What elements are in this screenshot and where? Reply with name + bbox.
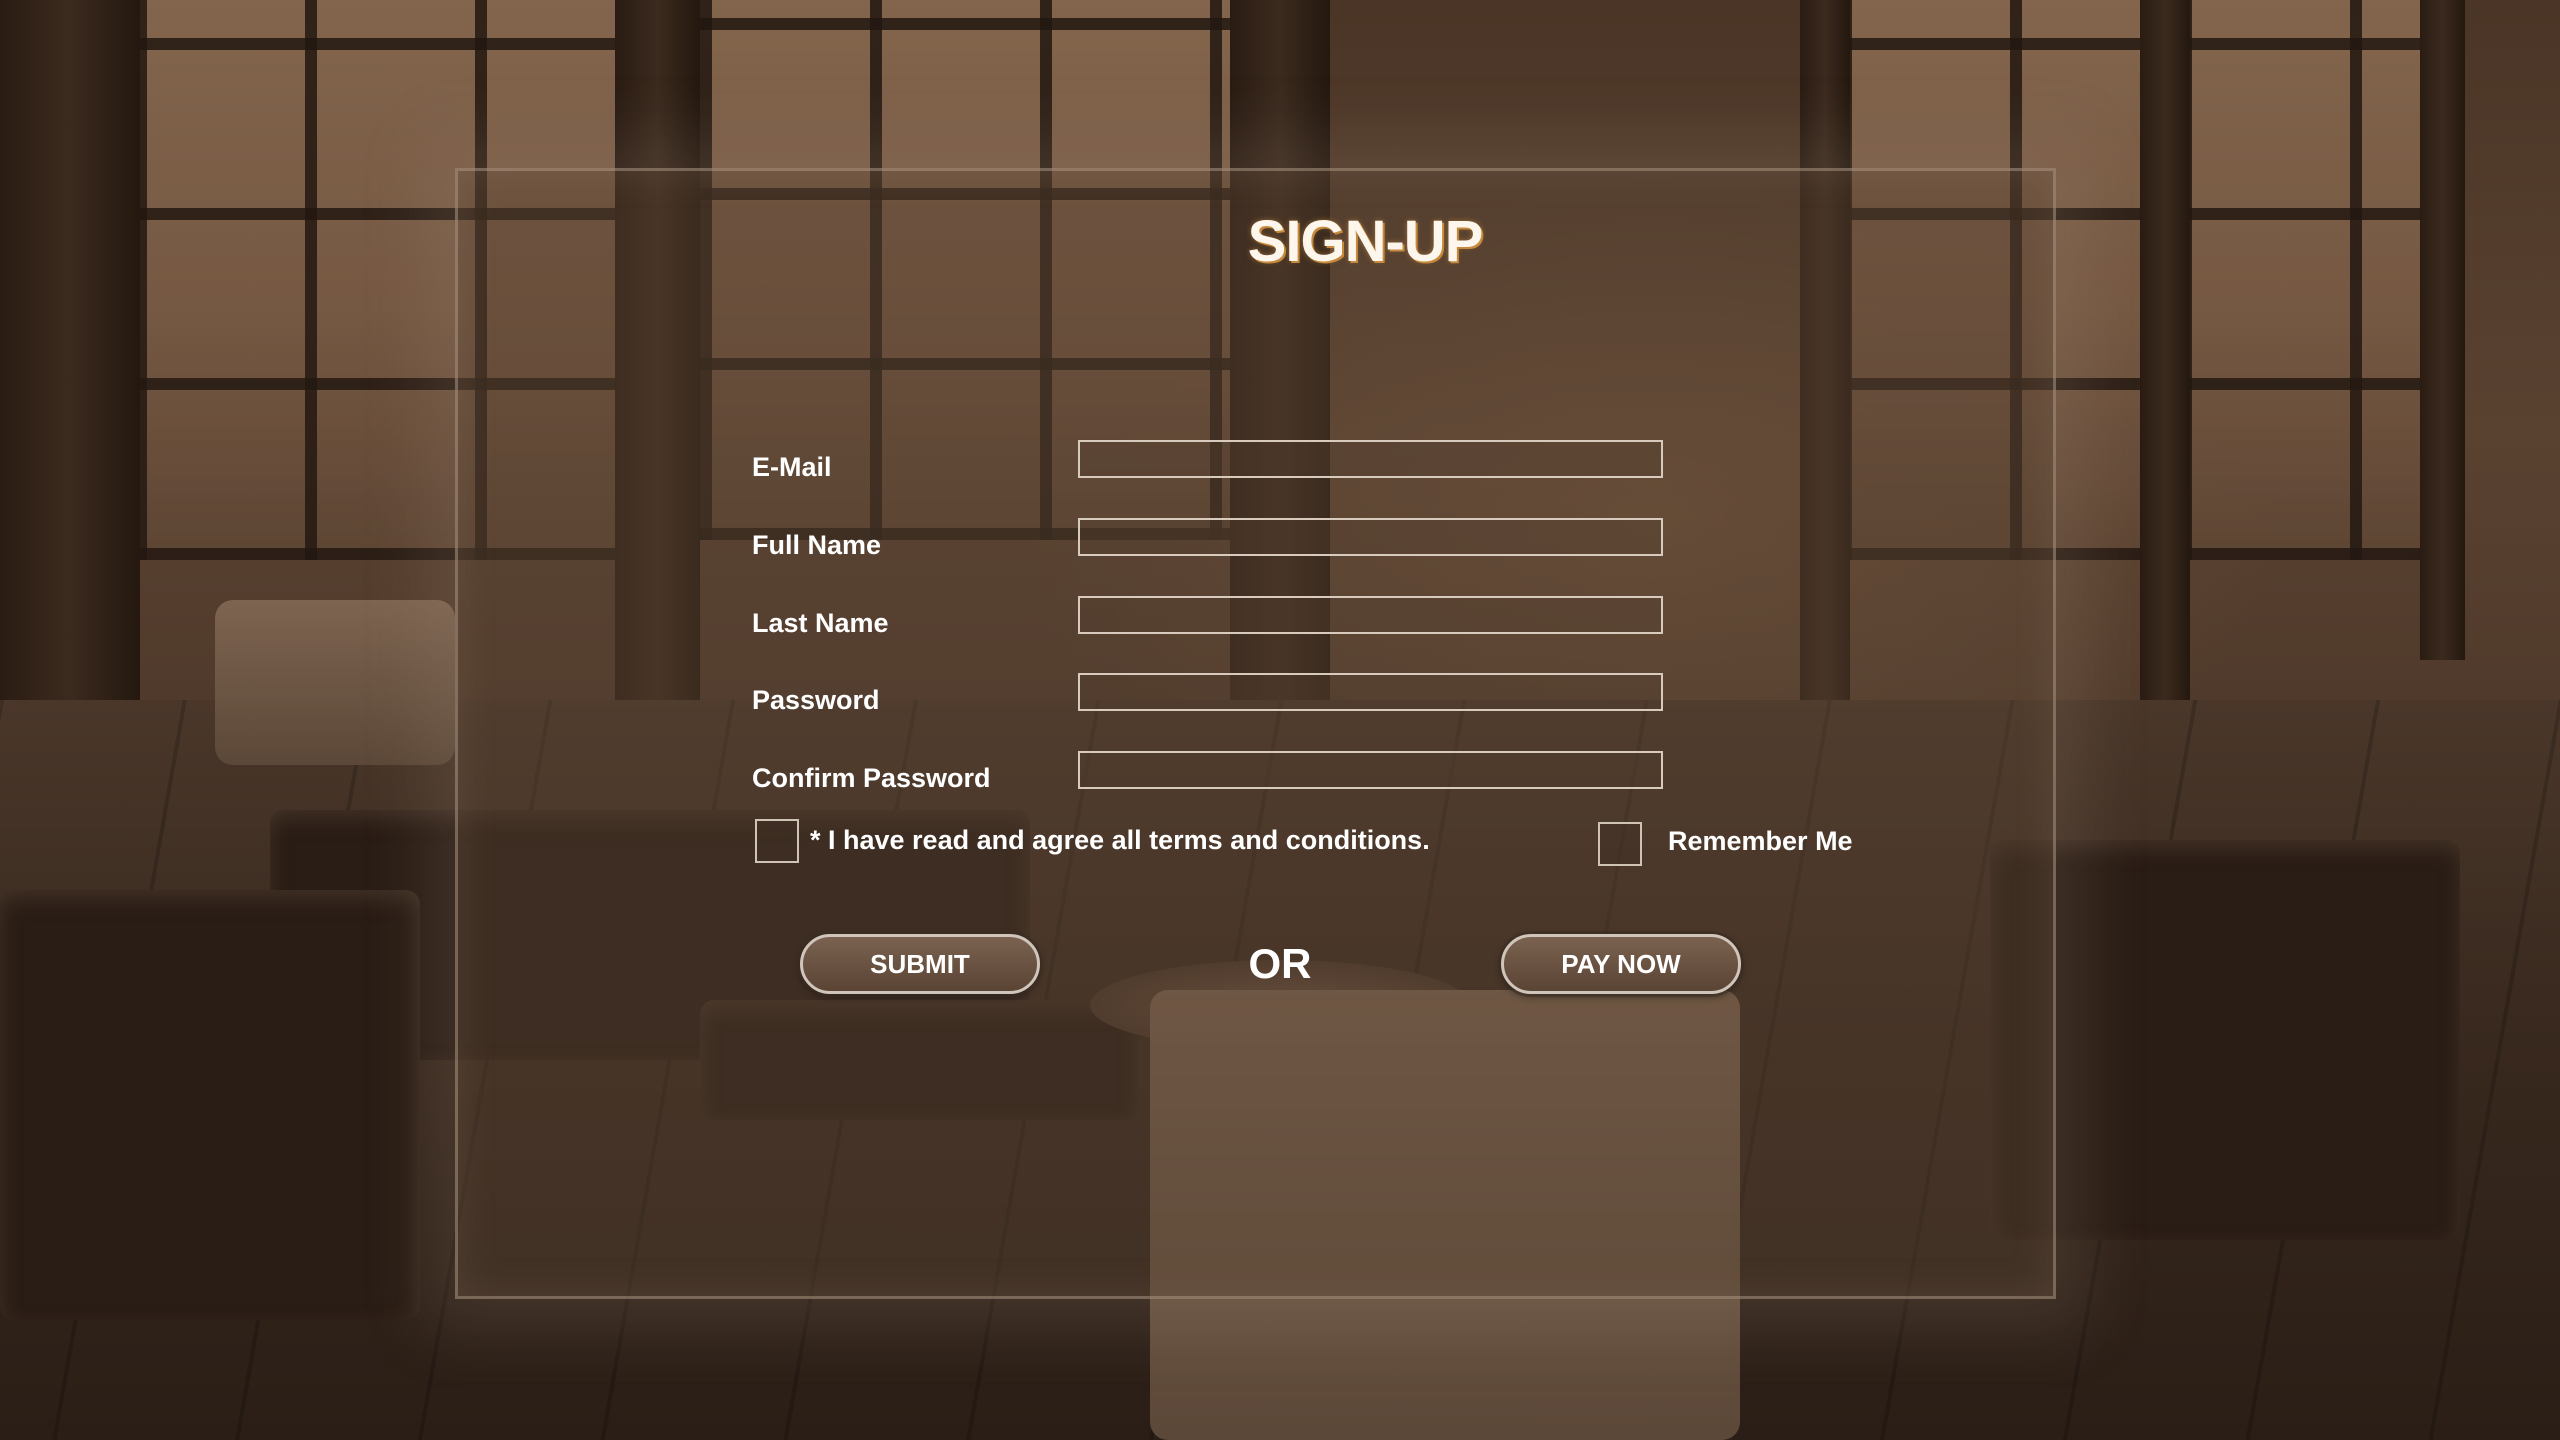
submit-button[interactable]: SUBMIT: [800, 934, 1040, 994]
signup-panel: [455, 168, 2056, 1299]
confirm-password-label: Confirm Password: [752, 763, 991, 793]
remember-me-checkbox[interactable]: [1598, 822, 1642, 866]
pillar: [2140, 0, 2190, 700]
full-name-label: Full Name: [752, 530, 882, 560]
pillar: [2420, 0, 2465, 660]
terms-label: * I have read and agree all terms and co…: [810, 825, 1430, 855]
page-title: SIGN-UP: [1247, 209, 1484, 274]
lounge-chair: [0, 890, 420, 1320]
armchair: [215, 600, 455, 765]
pay-now-button[interactable]: PAY NOW: [1501, 934, 1741, 994]
armchair-right: [1990, 840, 2460, 1240]
full-name-field[interactable]: [1078, 518, 1663, 556]
remember-me-label: Remember Me: [1668, 826, 1853, 856]
password-label: Password: [752, 685, 880, 715]
confirm-password-field[interactable]: [1078, 751, 1663, 789]
terms-checkbox[interactable]: [755, 819, 799, 863]
last-name-field[interactable]: [1078, 596, 1663, 634]
email-label: E-Mail: [752, 452, 832, 482]
or-separator: OR: [1248, 940, 1312, 987]
email-field[interactable]: [1078, 440, 1663, 478]
password-field[interactable]: [1078, 673, 1663, 711]
last-name-label: Last Name: [752, 608, 889, 638]
